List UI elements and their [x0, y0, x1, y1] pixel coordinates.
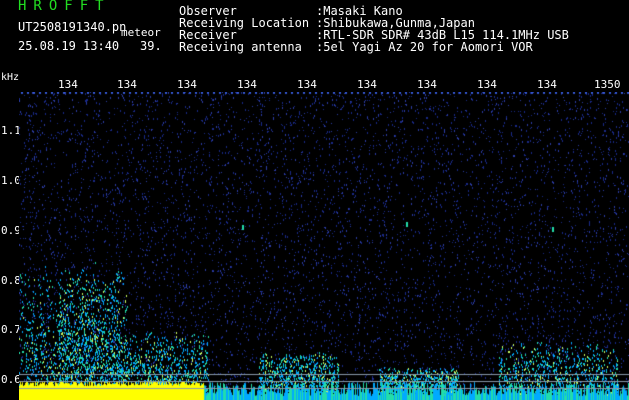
y-tick: 1.0 [1, 174, 21, 187]
y-tick: 0.8 [1, 274, 21, 287]
y-axis-unit: kHz [1, 72, 20, 83]
meteor-label: meteor [121, 26, 161, 39]
x-tick: 1350 [594, 78, 621, 91]
x-tick: 134 [177, 78, 197, 91]
y-tick: 1.1 [1, 124, 21, 137]
spectrogram [19, 92, 629, 400]
x-tick: 134 [537, 78, 557, 91]
antenna-label: Receiving antenna [179, 40, 302, 54]
x-tick: 134 [477, 78, 497, 91]
x-tick: 134 [58, 78, 78, 91]
x-tick: 134 [357, 78, 377, 91]
y-tick: 0.6 [1, 373, 21, 386]
y-tick: 0.9 [1, 224, 21, 237]
date-time: 25.08.19 13:40 [18, 39, 120, 53]
file-name: UT2508191340.pn [18, 20, 127, 34]
app-title: HROFFT [18, 0, 111, 14]
x-tick: 134 [417, 78, 437, 91]
antenna-value: :5el Yagi Az 20 for Aomori VOR [316, 40, 533, 54]
x-tick: 134 [237, 78, 257, 91]
y-tick: 0.7 [1, 323, 21, 336]
meteor-count: 39. [140, 39, 162, 53]
x-tick: 134 [297, 78, 317, 91]
x-tick: 134 [117, 78, 137, 91]
